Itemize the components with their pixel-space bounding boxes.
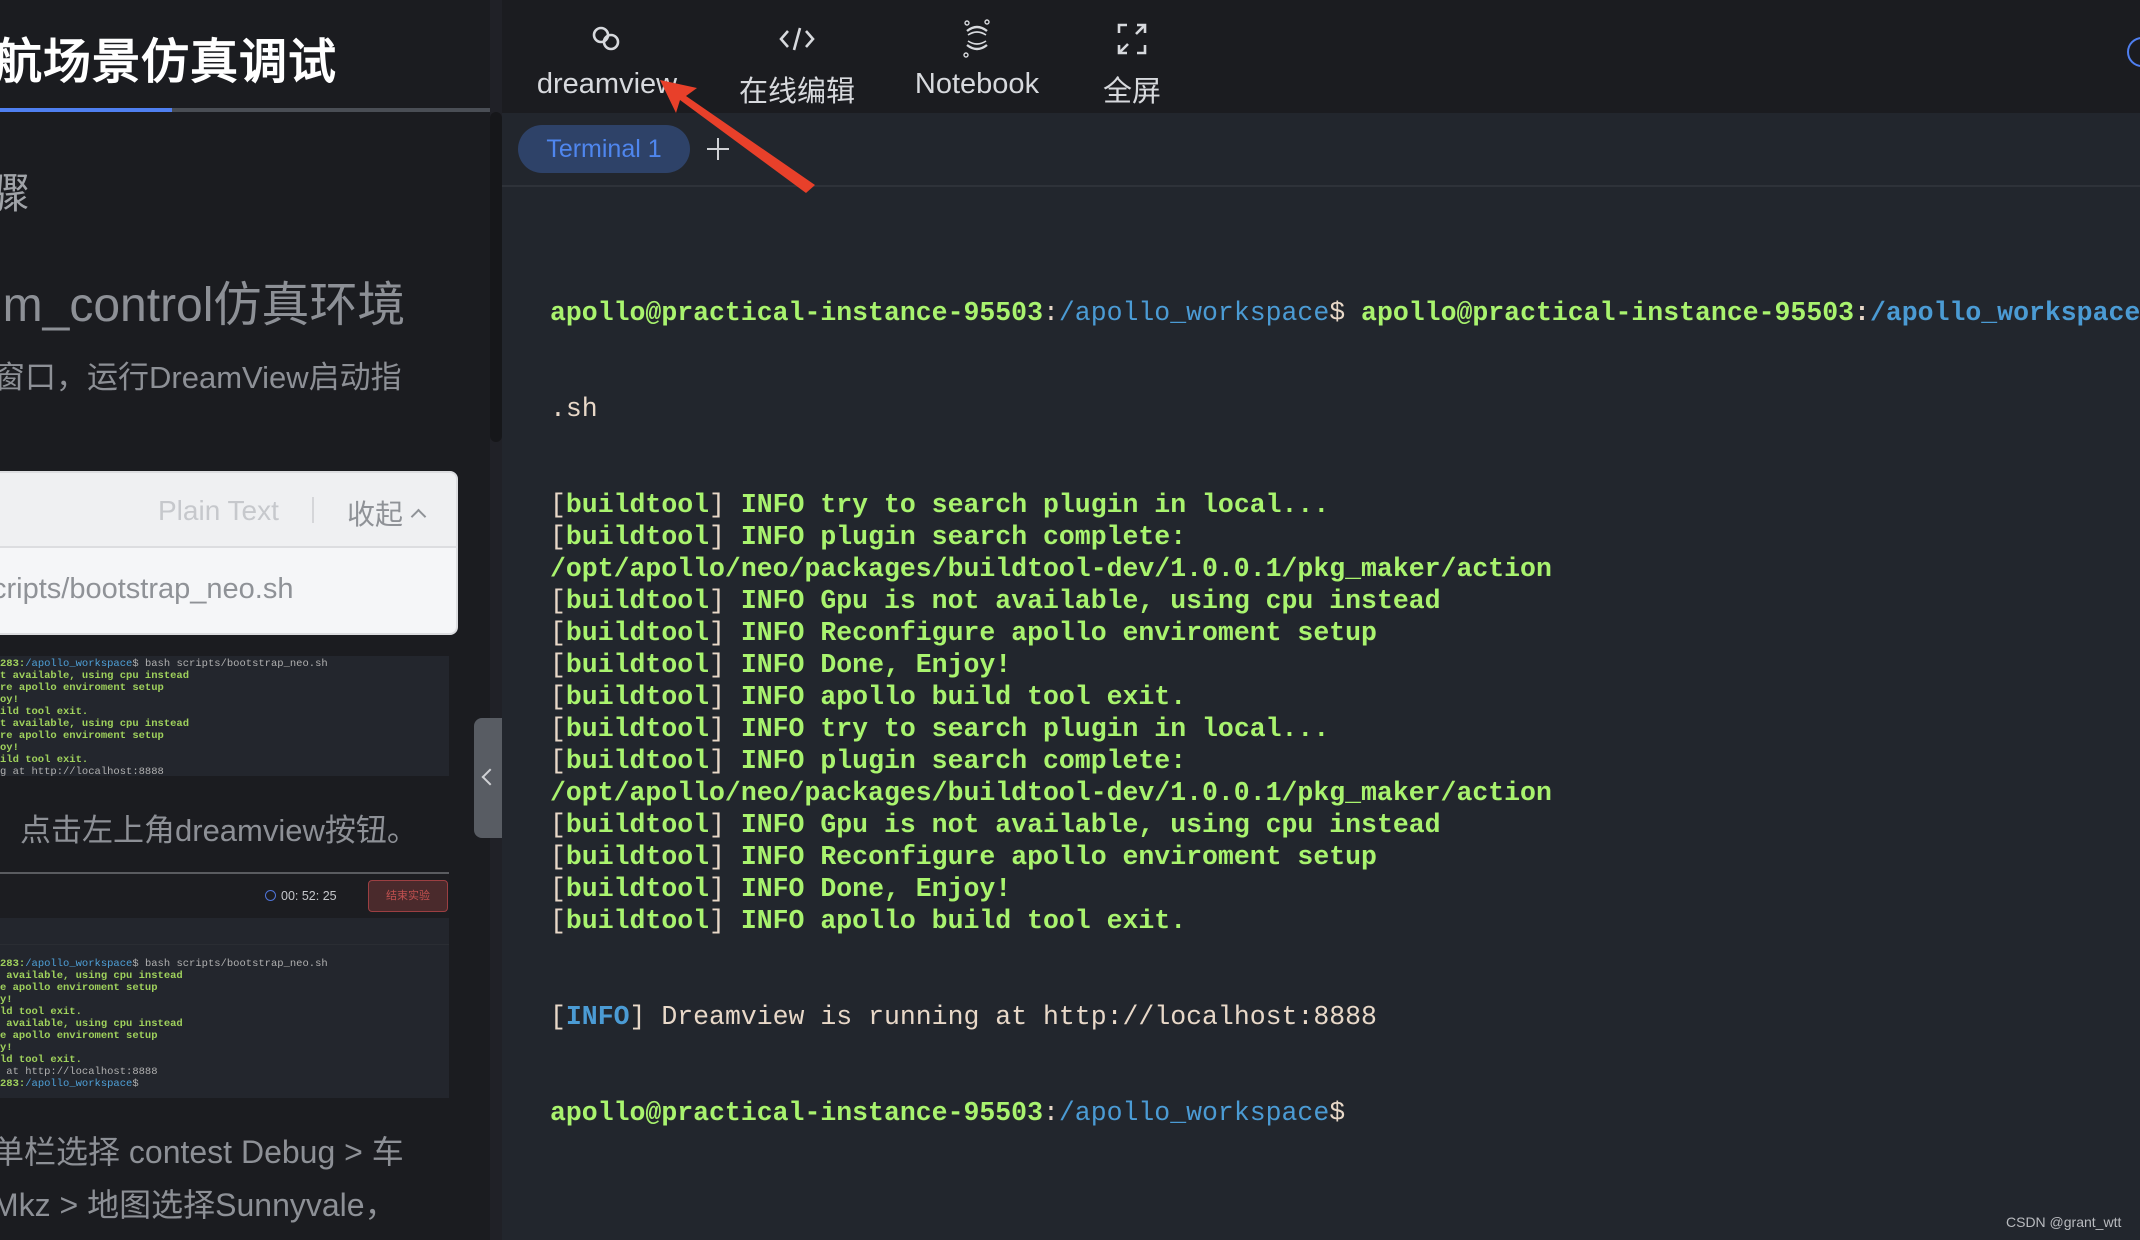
section-heading: 骤 bbox=[0, 170, 31, 217]
code-block: Plain Text 收起 cripts/bootstrap_neo.sh bbox=[0, 471, 458, 635]
terminal-line: /opt/apollo/neo/packages/buildtool-dev/1… bbox=[550, 778, 1552, 808]
dreamview-button[interactable]: dreamview bbox=[532, 18, 682, 101]
end-experiment-button-image: 结束实验 bbox=[368, 880, 448, 912]
reading-progress-fill bbox=[0, 108, 172, 112]
screenshot-thumbnail: 283:/apollo_workspace$ bash scripts/boot… bbox=[0, 656, 449, 776]
code-icon bbox=[732, 18, 862, 60]
step-description: 窗口，运行DreamView启动指 bbox=[0, 360, 402, 395]
fullscreen-icon bbox=[1092, 18, 1172, 60]
toolbar: dreamview 在线编辑 Notebook 全屏 bbox=[502, 0, 2140, 113]
watermark: CSDN @grant_wtt bbox=[2006, 1214, 2122, 1230]
terminal-line: [buildtool] INFO Reconfigure apollo envi… bbox=[550, 618, 1377, 648]
thumbnail-line: available, using cpu instead bbox=[0, 970, 183, 982]
thumbnail-line: g at http://localhost:8888 bbox=[0, 766, 164, 776]
step-caption: 点击左上角dreamview按钮。 bbox=[20, 813, 418, 848]
thumbnail-line: e apollo enviroment setup bbox=[0, 982, 158, 994]
terminal-line: apollo@practical-instance-95503:/apollo_… bbox=[550, 298, 2140, 328]
terminal-line: [buildtool] INFO Done, Enjoy! bbox=[550, 874, 1012, 904]
terminal-log: [buildtool] INFO try to search plugin in… bbox=[550, 489, 2140, 937]
fullscreen-label: 全屏 bbox=[1102, 76, 1161, 108]
terminal-line: [buildtool] INFO apollo build tool exit. bbox=[550, 682, 1187, 712]
thumbnail-line: re apollo enviroment setup bbox=[0, 682, 164, 694]
thumbnail-line: 283:/apollo_workspace$ bbox=[0, 1078, 139, 1090]
timer: 00: 52: 25 bbox=[265, 889, 337, 903]
thumbnail-line: ild tool exit. bbox=[0, 706, 89, 718]
doc-title: 航场景仿真调试 bbox=[0, 36, 338, 89]
code-content[interactable]: cripts/bootstrap_neo.sh bbox=[0, 573, 293, 606]
collapse-label: 收起 bbox=[347, 499, 404, 530]
timer-value: 00: 52: 25 bbox=[281, 889, 337, 903]
thumbnail-line: y! bbox=[0, 1042, 13, 1054]
thumbnail-line: oy! bbox=[0, 694, 19, 706]
terminal-line: [buildtool] INFO apollo build tool exit. bbox=[550, 906, 1187, 936]
collapse-panel-button[interactable] bbox=[474, 718, 502, 838]
terminal-tab-bar: Terminal 1 bbox=[502, 113, 2140, 187]
terminal-line: /opt/apollo/neo/packages/buildtool-dev/1… bbox=[550, 554, 1552, 584]
doc-panel: 航场景仿真调试 骤 im_control仿真环境 窗口，运行DreamView启… bbox=[0, 0, 490, 1240]
code-block-header: Plain Text 收起 bbox=[0, 473, 456, 548]
terminal-line: .sh bbox=[550, 394, 598, 424]
thumbnail-line: at http://localhost:8888 bbox=[0, 1066, 158, 1078]
thumbnail-line: 283:/apollo_workspace$ bash scripts/boot… bbox=[0, 658, 328, 670]
clock-icon bbox=[265, 890, 276, 901]
add-terminal-button[interactable] bbox=[700, 125, 736, 173]
terminal-line: [buildtool] INFO plugin search complete: bbox=[550, 522, 1187, 552]
terminal-line: [buildtool] INFO plugin search complete: bbox=[550, 746, 1187, 776]
collapse-code-button[interactable]: 收起 bbox=[347, 493, 427, 533]
tab-terminal-1[interactable]: Terminal 1 bbox=[518, 125, 690, 173]
online-editor-label: 在线编辑 bbox=[738, 76, 855, 108]
thumbnail-line: t available, using cpu instead bbox=[0, 718, 190, 730]
screenshot-thumbnail: 283:/apollo_workspace$ bash scripts/boot… bbox=[0, 918, 449, 1098]
reading-progress-bar bbox=[0, 108, 490, 112]
thumbnail-line: oy! bbox=[0, 742, 19, 754]
step-text: 仿真车 Routing，选择 bbox=[0, 1232, 303, 1240]
thumbnail-line: ld tool exit. bbox=[0, 1006, 82, 1018]
step-text: 单栏选择 contest Debug > 车 bbox=[0, 1134, 404, 1170]
link-icon bbox=[532, 18, 682, 60]
thumbnail-line: e apollo enviroment setup bbox=[0, 1030, 158, 1042]
thumbnail-line: available, using cpu instead bbox=[0, 1018, 183, 1030]
chevron-left-icon bbox=[481, 768, 499, 786]
terminal-line: [buildtool] INFO Done, Enjoy! bbox=[550, 650, 1012, 680]
terminal-line: [INFO] Dreamview is running at http://lo… bbox=[550, 1002, 1377, 1032]
thumbnail-line: re apollo enviroment setup bbox=[0, 730, 164, 742]
step-text: Mkz > 地图选择Sunnyvale， bbox=[0, 1187, 397, 1223]
fullscreen-button[interactable]: 全屏 bbox=[1092, 18, 1172, 110]
thumbnail-line: ld tool exit. bbox=[0, 1054, 82, 1066]
code-language-label: Plain Text bbox=[158, 495, 279, 526]
terminal-panel[interactable]: Terminal 1 apollo@practical-instance-955… bbox=[502, 113, 2140, 1240]
terminal-output[interactable]: apollo@practical-instance-95503:/apollo_… bbox=[550, 233, 2140, 1193]
terminal-line: [buildtool] INFO Gpu is not available, u… bbox=[550, 586, 1441, 616]
divider bbox=[0, 944, 449, 945]
chevron-up-icon bbox=[410, 508, 427, 525]
dreamview-label: dreamview bbox=[536, 68, 678, 100]
notebook-button[interactable]: Notebook bbox=[907, 18, 1047, 101]
terminal-line: [buildtool] INFO try to search plugin in… bbox=[550, 490, 1330, 520]
thumbnail-line: 283:/apollo_workspace$ bash scripts/boot… bbox=[0, 958, 328, 970]
terminal-line: [buildtool] INFO try to search plugin in… bbox=[550, 714, 1330, 744]
notebook-icon bbox=[907, 18, 1047, 60]
online-editor-button[interactable]: 在线编辑 bbox=[732, 18, 862, 110]
terminal-line: [buildtool] INFO Reconfigure apollo envi… bbox=[550, 842, 1377, 872]
doc-scrollbar-thumb[interactable] bbox=[490, 112, 502, 442]
step-heading: im_control仿真环境 bbox=[0, 279, 406, 332]
terminal-prompt: apollo@practical-instance-95503:/apollo_… bbox=[550, 1098, 1346, 1128]
thumbnail-line: t available, using cpu instead bbox=[0, 670, 190, 682]
divider bbox=[312, 497, 314, 523]
terminal-line: [buildtool] INFO Gpu is not available, u… bbox=[550, 810, 1441, 840]
thumbnail-line: ild tool exit. bbox=[0, 754, 89, 766]
notebook-label: Notebook bbox=[914, 68, 1040, 100]
thumbnail-line: y! bbox=[0, 994, 13, 1006]
